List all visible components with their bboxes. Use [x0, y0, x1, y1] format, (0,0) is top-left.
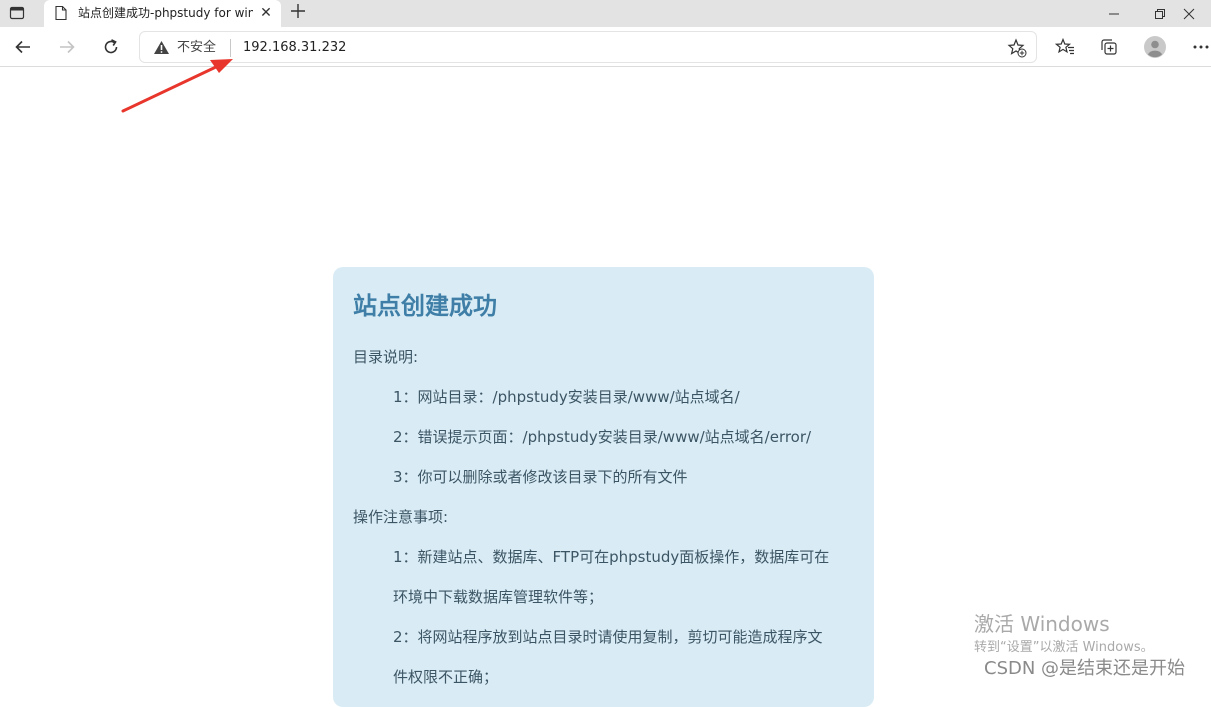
window-close-icon[interactable] [1167, 0, 1211, 27]
site-created-card: 站点创建成功 目录说明: 1：网站目录：/phpstudy安装目录/www/站点… [333, 267, 874, 707]
dir-title: 目录说明: [353, 348, 419, 366]
activate-windows-title: 激活 Windows [974, 612, 1110, 636]
ops-line: 1：新建站点、数据库、FTP可在phpstudy面板操作，数据库可在 [393, 548, 830, 566]
profile-button[interactable] [1141, 33, 1169, 61]
annotation-arrow-icon [121, 59, 233, 113]
collections-button[interactable] [1095, 33, 1123, 61]
minimize-icon[interactable] [1092, 0, 1136, 27]
address-bar[interactable]: 不安全 192.168.31.232 [139, 31, 1037, 63]
favorite-add-icon[interactable] [1007, 38, 1027, 62]
collections-icon [1101, 39, 1117, 55]
profile-avatar-icon [1144, 36, 1166, 58]
dir-item: 3：你可以删除或者修改该目录下的所有文件 [393, 468, 688, 486]
more-icon [1193, 45, 1209, 49]
ops-title: 操作注意事项: [353, 508, 449, 526]
favorites-icon [1055, 37, 1074, 55]
ops-line: 件权限不正确； [393, 668, 499, 686]
ops-line: 环境中下载数据库管理软件等； [393, 588, 604, 606]
plus-icon[interactable] [289, 2, 309, 24]
csdn-watermark: CSDN @是结束还是开始 [984, 658, 1186, 679]
more-button[interactable] [1187, 33, 1211, 61]
page-title: 站点创建成功 [353, 292, 497, 320]
activate-windows-subtitle: 转到“设置”以激活 Windows。 [974, 640, 1154, 655]
dir-item: 2：错误提示页面：/phpstudy安装目录/www/站点域名/error/ [393, 428, 812, 446]
dir-item: 1：网站目录：/phpstudy安装目录/www/站点域名/ [393, 388, 740, 406]
ops-line: 2：将网站程序放到站点目录时请使用复制，剪切可能造成程序文 [393, 628, 823, 646]
favorites-button[interactable] [1051, 33, 1079, 61]
